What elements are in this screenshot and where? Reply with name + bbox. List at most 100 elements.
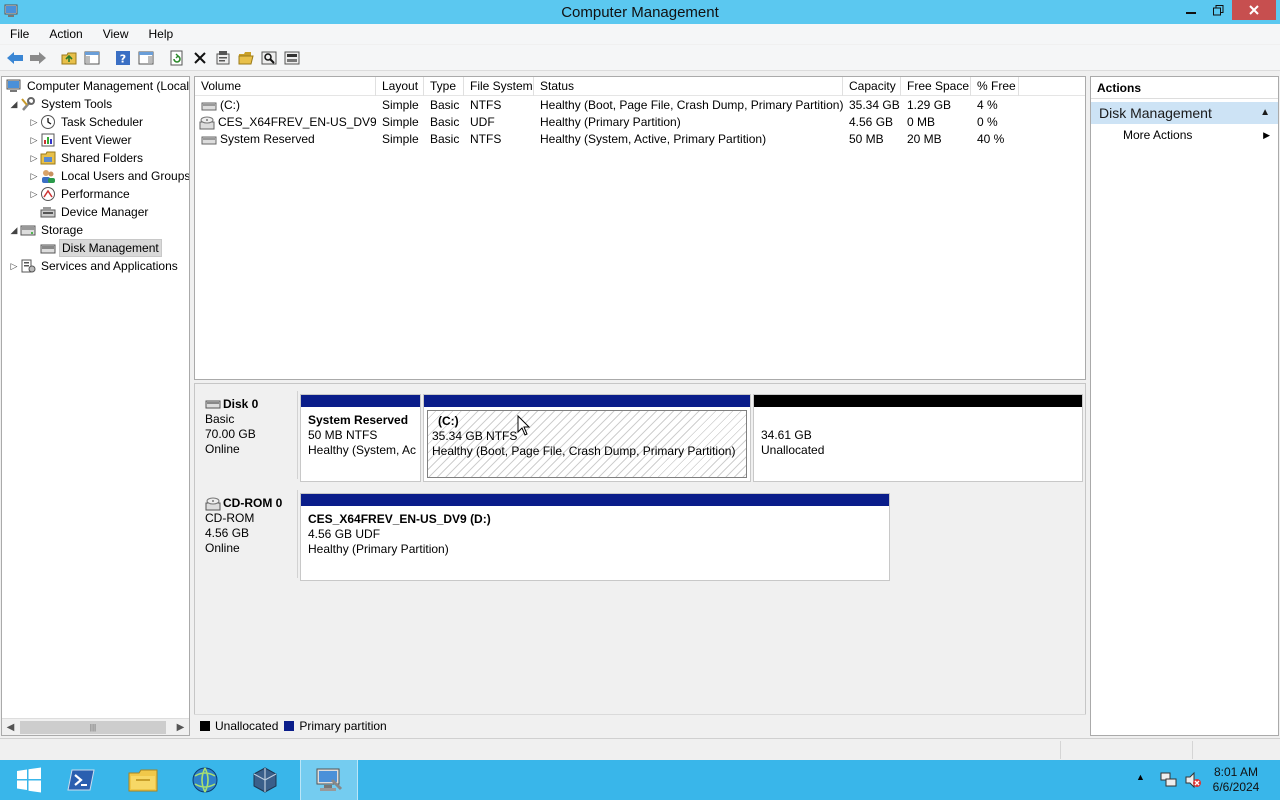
- tree-item-system-tools[interactable]: ◢ System Tools: [8, 95, 114, 113]
- primary-partition-bar: [424, 395, 750, 407]
- file-explorer-icon: [128, 769, 158, 792]
- partition-unallocated[interactable]: 34.61 GB Unallocated: [753, 394, 1083, 482]
- tree-item-event-viewer[interactable]: ▷ Event Viewer: [28, 131, 133, 149]
- tree-item-disk-management[interactable]: Disk Management: [28, 239, 162, 257]
- help-button[interactable]: ?: [112, 47, 134, 69]
- cell-free-space: 20 MB: [907, 132, 942, 146]
- menu-help[interactable]: Help: [139, 27, 184, 41]
- column-header-percent-free[interactable]: % Free: [971, 77, 1019, 96]
- more-actions-item[interactable]: More Actions ▶: [1091, 124, 1278, 146]
- partition-status: Healthy (Boot, Page File, Crash Dump, Pr…: [432, 444, 736, 458]
- tree-item-performance[interactable]: ▷ Performance: [28, 185, 132, 203]
- collapse-arrow-icon[interactable]: ◢: [8, 99, 20, 110]
- minimize-icon: [1186, 12, 1196, 14]
- table-row[interactable]: CES_X64FREV_EN-US_DV9 (D:) Simple Basic …: [195, 114, 1085, 131]
- taskbar-computer-management[interactable]: [300, 760, 358, 800]
- expand-arrow-icon[interactable]: ▷: [28, 189, 40, 200]
- tree-item-computer-management[interactable]: Computer Management (Local: [6, 77, 189, 95]
- tree-item-storage[interactable]: ◢ Storage: [8, 221, 85, 239]
- up-one-level-button[interactable]: [58, 47, 80, 69]
- taskbar-virtualbox[interactable]: [236, 760, 294, 800]
- minimize-button[interactable]: [1177, 0, 1205, 20]
- column-header-status[interactable]: Status: [534, 77, 843, 96]
- windows-logo-icon: [17, 767, 41, 793]
- expand-arrow-icon[interactable]: ▷: [8, 261, 20, 272]
- close-button[interactable]: [1232, 0, 1276, 20]
- console-tree: Computer Management (Local ◢ System Tool…: [1, 76, 190, 736]
- cell-percent-free: 4 %: [977, 98, 998, 112]
- cell-free-space: 1.29 GB: [907, 98, 952, 112]
- column-header-type[interactable]: Type: [424, 77, 464, 96]
- tree-item-label: Task Scheduler: [61, 115, 144, 129]
- expand-arrow-icon[interactable]: ▷: [28, 153, 40, 164]
- partition-size: 50 MB NTFS: [308, 428, 378, 442]
- tree-item-device-manager[interactable]: Device Manager: [28, 203, 150, 221]
- open-button[interactable]: [235, 47, 257, 69]
- disk-state: Online: [205, 541, 240, 555]
- hard-drive-icon: [201, 136, 217, 145]
- taskbar-clock[interactable]: 8:01 AM 6/6/2024: [1196, 765, 1276, 795]
- search-button[interactable]: [258, 47, 280, 69]
- column-header-volume[interactable]: Volume: [195, 77, 376, 96]
- expand-arrow-icon[interactable]: ▷: [28, 135, 40, 146]
- partition-c[interactable]: (C:) 35.34 GB NTFS Healthy (Boot, Page F…: [423, 394, 751, 482]
- refresh-button[interactable]: [166, 47, 188, 69]
- start-button[interactable]: [0, 760, 58, 800]
- network-icon[interactable]: [1160, 771, 1178, 789]
- expand-arrow-icon[interactable]: ▷: [28, 117, 40, 128]
- title-bar: Computer Management: [0, 0, 1280, 24]
- partition-system-reserved[interactable]: System Reserved 50 MB NTFS Healthy (Syst…: [300, 394, 421, 482]
- taskbar-internet-explorer[interactable]: [176, 760, 234, 800]
- taskbar-file-explorer[interactable]: [114, 760, 172, 800]
- performance-icon: [40, 186, 56, 202]
- menu-file[interactable]: File: [0, 27, 39, 41]
- table-row[interactable]: System Reserved Simple Basic NTFS Health…: [195, 131, 1085, 148]
- partition-cd-d[interactable]: CES_X64FREV_EN-US_DV9 (D:) 4.56 GB UDF H…: [300, 493, 890, 581]
- tree-item-label: Services and Applications: [41, 259, 178, 273]
- actions-section-disk-management[interactable]: Disk Management ▲: [1091, 102, 1278, 124]
- show-hide-console-tree-button[interactable]: [81, 47, 103, 69]
- cell-volume: System Reserved: [220, 132, 315, 146]
- users-icon: [40, 168, 56, 184]
- disk-info[interactable]: Disk 0 Basic 70.00 GB Online: [197, 391, 298, 479]
- tree-item-services-and-applications[interactable]: ▷ Services and Applications: [8, 257, 180, 275]
- forward-button[interactable]: [27, 47, 49, 69]
- scroll-left-icon[interactable]: ◀: [2, 719, 19, 735]
- tree-item-task-scheduler[interactable]: ▷ Task Scheduler: [28, 113, 145, 131]
- properties-button[interactable]: [212, 47, 234, 69]
- cd-rom-icon: [205, 497, 221, 510]
- expand-arrow-icon[interactable]: ▷: [28, 171, 40, 182]
- folder-open-icon: [238, 51, 254, 64]
- show-hidden-icons-icon[interactable]: ▲: [1136, 772, 1145, 782]
- back-arrow-icon: [7, 51, 23, 64]
- delete-button[interactable]: [189, 47, 211, 69]
- column-header-free-space[interactable]: Free Space: [901, 77, 971, 96]
- taskbar-server-manager[interactable]: [52, 760, 110, 800]
- menu-view[interactable]: View: [93, 27, 139, 41]
- back-button[interactable]: [4, 47, 26, 69]
- disk-type: Basic: [205, 412, 235, 426]
- restore-button[interactable]: [1205, 0, 1231, 20]
- tree-horizontal-scrollbar[interactable]: ◀ ||| ▶: [2, 718, 189, 735]
- volume-list: Volume Layout Type File System Status Ca…: [194, 76, 1086, 380]
- cell-volume: (C:): [220, 98, 240, 112]
- scroll-right-icon[interactable]: ▶: [172, 719, 189, 735]
- disk-properties-button[interactable]: [281, 47, 303, 69]
- collapse-arrow-icon[interactable]: ◢: [8, 225, 20, 236]
- collapse-up-icon[interactable]: ▲: [1260, 102, 1270, 124]
- show-hide-action-pane-button[interactable]: [135, 47, 157, 69]
- cell-capacity: 35.34 GB: [849, 98, 900, 112]
- disk-row-disk-0: Disk 0 Basic 70.00 GB Online System Rese…: [195, 387, 1085, 483]
- tree-item-shared-folders[interactable]: ▷ Shared Folders: [28, 149, 145, 167]
- forward-arrow-icon: [30, 51, 46, 64]
- tree-item-local-users-and-groups[interactable]: ▷ Local Users and Groups: [28, 167, 189, 185]
- partition-size: 4.56 GB UDF: [308, 527, 381, 541]
- disk-info[interactable]: CD-ROM 0 CD-ROM 4.56 GB Online: [197, 490, 298, 578]
- table-row[interactable]: (C:) Simple Basic NTFS Healthy (Boot, Pa…: [195, 97, 1085, 114]
- column-header-layout[interactable]: Layout: [376, 77, 424, 96]
- column-header-file-system[interactable]: File System: [464, 77, 534, 96]
- menu-action[interactable]: Action: [39, 27, 92, 41]
- scroll-thumb[interactable]: |||: [20, 721, 166, 734]
- tree-item-label: Device Manager: [61, 205, 149, 219]
- column-header-capacity[interactable]: Capacity: [843, 77, 901, 96]
